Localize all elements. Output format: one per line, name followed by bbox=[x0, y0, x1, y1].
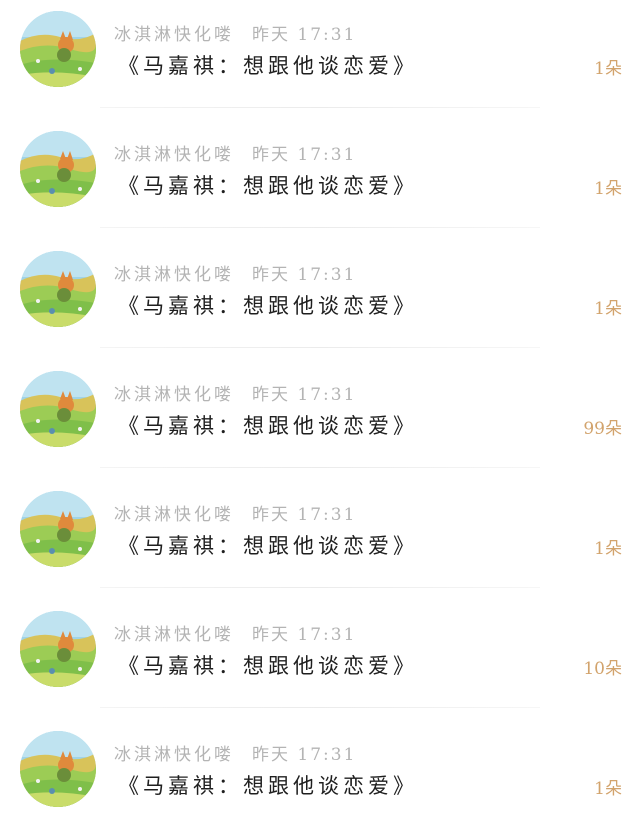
flower-count: 10朵 bbox=[583, 659, 622, 679]
divider bbox=[100, 467, 540, 468]
landscape-fox-avatar-icon bbox=[20, 611, 96, 687]
landscape-fox-avatar-icon bbox=[20, 11, 96, 87]
message-title[interactable]: 《马嘉祺：想跟他谈恋爱》 bbox=[118, 290, 418, 320]
list-item[interactable]: 冰淇淋快化喽 昨天 17:31 《马嘉祺：想跟他谈恋爱》 1朵 bbox=[0, 720, 640, 825]
timestamp: 昨天 17:31 bbox=[252, 25, 357, 45]
timestamp: 昨天 17:31 bbox=[252, 745, 357, 765]
divider bbox=[100, 227, 540, 228]
avatar[interactable] bbox=[20, 491, 96, 567]
avatar[interactable] bbox=[20, 731, 96, 807]
username[interactable]: 冰淇淋快化喽 bbox=[114, 625, 234, 645]
username[interactable]: 冰淇淋快化喽 bbox=[114, 385, 234, 405]
avatar[interactable] bbox=[20, 611, 96, 687]
username[interactable]: 冰淇淋快化喽 bbox=[114, 25, 234, 45]
list-item[interactable]: 冰淇淋快化喽 昨天 17:31 《马嘉祺：想跟他谈恋爱》 10朵 bbox=[0, 600, 640, 720]
message-meta: 冰淇淋快化喽 昨天 17:31 bbox=[114, 140, 356, 165]
username[interactable]: 冰淇淋快化喽 bbox=[114, 265, 234, 285]
list-item[interactable]: 冰淇淋快化喽 昨天 17:31 《马嘉祺：想跟他谈恋爱》 1朵 bbox=[0, 0, 640, 120]
username[interactable]: 冰淇淋快化喽 bbox=[114, 745, 234, 765]
message-title[interactable]: 《马嘉祺：想跟他谈恋爱》 bbox=[118, 170, 418, 200]
landscape-fox-avatar-icon bbox=[20, 491, 96, 567]
flower-count: 99朵 bbox=[583, 419, 622, 439]
avatar[interactable] bbox=[20, 131, 96, 207]
message-title[interactable]: 《马嘉祺：想跟他谈恋爱》 bbox=[118, 410, 418, 440]
list-item[interactable]: 冰淇淋快化喽 昨天 17:31 《马嘉祺：想跟他谈恋爱》 1朵 bbox=[0, 240, 640, 360]
message-meta: 冰淇淋快化喽 昨天 17:31 bbox=[114, 500, 356, 525]
landscape-fox-avatar-icon bbox=[20, 371, 96, 447]
message-meta: 冰淇淋快化喽 昨天 17:31 bbox=[114, 620, 356, 645]
username[interactable]: 冰淇淋快化喽 bbox=[114, 505, 234, 525]
message-title[interactable]: 《马嘉祺：想跟他谈恋爱》 bbox=[118, 530, 418, 560]
timestamp: 昨天 17:31 bbox=[252, 385, 357, 405]
list-item[interactable]: 冰淇淋快化喽 昨天 17:31 《马嘉祺：想跟他谈恋爱》 99朵 bbox=[0, 360, 640, 480]
username[interactable]: 冰淇淋快化喽 bbox=[114, 145, 234, 165]
flower-count: 1朵 bbox=[594, 179, 622, 199]
landscape-fox-avatar-icon bbox=[20, 131, 96, 207]
timestamp: 昨天 17:31 bbox=[252, 625, 357, 645]
message-meta: 冰淇淋快化喽 昨天 17:31 bbox=[114, 20, 356, 45]
message-title[interactable]: 《马嘉祺：想跟他谈恋爱》 bbox=[118, 770, 418, 800]
message-list: 冰淇淋快化喽 昨天 17:31 《马嘉祺：想跟他谈恋爱》 1朵 冰淇淋快化喽 昨… bbox=[0, 0, 640, 825]
divider bbox=[100, 347, 540, 348]
divider bbox=[100, 107, 540, 108]
avatar[interactable] bbox=[20, 371, 96, 447]
divider bbox=[100, 707, 540, 708]
flower-count: 1朵 bbox=[594, 539, 622, 559]
landscape-fox-avatar-icon bbox=[20, 731, 96, 807]
list-item[interactable]: 冰淇淋快化喽 昨天 17:31 《马嘉祺：想跟他谈恋爱》 1朵 bbox=[0, 480, 640, 600]
message-meta: 冰淇淋快化喽 昨天 17:31 bbox=[114, 260, 356, 285]
avatar[interactable] bbox=[20, 11, 96, 87]
flower-count: 1朵 bbox=[594, 59, 622, 79]
message-meta: 冰淇淋快化喽 昨天 17:31 bbox=[114, 740, 356, 765]
message-title[interactable]: 《马嘉祺：想跟他谈恋爱》 bbox=[118, 50, 418, 80]
flower-count: 1朵 bbox=[594, 779, 622, 799]
timestamp: 昨天 17:31 bbox=[252, 265, 357, 285]
message-meta: 冰淇淋快化喽 昨天 17:31 bbox=[114, 380, 356, 405]
message-title[interactable]: 《马嘉祺：想跟他谈恋爱》 bbox=[118, 650, 418, 680]
list-item[interactable]: 冰淇淋快化喽 昨天 17:31 《马嘉祺：想跟他谈恋爱》 1朵 bbox=[0, 120, 640, 240]
landscape-fox-avatar-icon bbox=[20, 251, 96, 327]
avatar[interactable] bbox=[20, 251, 96, 327]
divider bbox=[100, 587, 540, 588]
timestamp: 昨天 17:31 bbox=[252, 505, 357, 525]
timestamp: 昨天 17:31 bbox=[252, 145, 357, 165]
flower-count: 1朵 bbox=[594, 299, 622, 319]
